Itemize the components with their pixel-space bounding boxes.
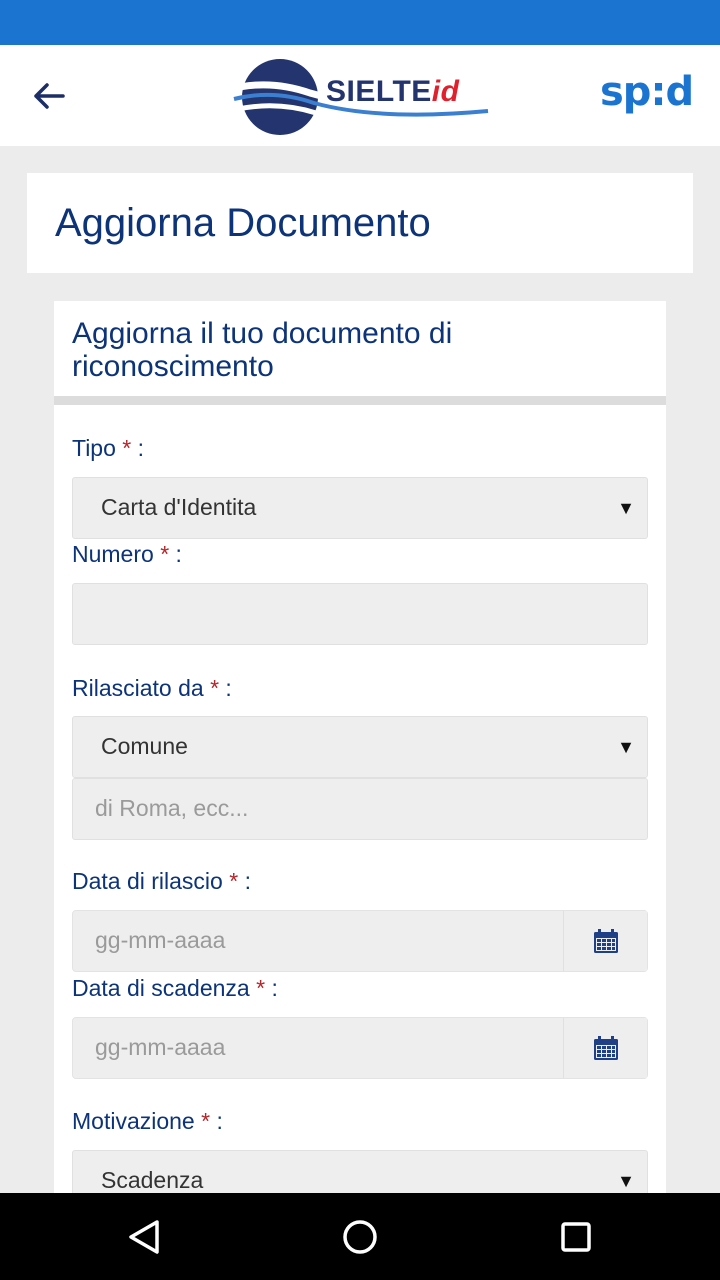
data-rilascio-calendar-button[interactable]	[563, 911, 647, 971]
page-title: Aggiorna Documento	[55, 201, 431, 245]
triangle-down-icon: ▼	[617, 498, 635, 518]
data-rilascio-label: Data di rilascio * :	[72, 868, 251, 894]
circle-icon	[343, 1220, 377, 1254]
spid-logo: sp:d	[600, 69, 694, 115]
triangle-left-icon	[129, 1220, 159, 1254]
data-scadenza-calendar-button[interactable]	[563, 1018, 647, 1078]
form-header: Aggiorna il tuo documento di riconoscime…	[54, 301, 666, 405]
data-scadenza-input[interactable]: gg-mm-aaaa	[72, 1017, 648, 1079]
rilasciato-select-value: Comune	[101, 733, 188, 759]
nav-recent-button[interactable]	[554, 1215, 598, 1259]
numero-label: Numero * :	[72, 541, 182, 567]
data-rilascio-placeholder: gg-mm-aaaa	[95, 927, 226, 953]
tipo-select[interactable]: Carta d'Identita ▼	[72, 477, 648, 539]
data-rilascio-input[interactable]: gg-mm-aaaa	[72, 910, 648, 972]
sielte-id-logo: SIELTEid	[230, 55, 492, 139]
rilasciato-select[interactable]: Comune ▼	[72, 716, 648, 778]
rilasciato-detail-input[interactable]: di Roma, ecc...	[72, 778, 648, 840]
numero-input[interactable]	[72, 583, 648, 645]
square-icon	[561, 1222, 591, 1252]
form-heading: Aggiorna il tuo documento di riconoscime…	[72, 317, 453, 383]
nav-back-button[interactable]	[122, 1215, 166, 1259]
status-bar	[0, 0, 720, 45]
data-scadenza-label: Data di scadenza * :	[72, 975, 278, 1001]
data-scadenza-placeholder: gg-mm-aaaa	[95, 1034, 226, 1060]
page-header-card: Aggiorna Documento	[27, 173, 693, 273]
triangle-down-icon: ▼	[617, 737, 635, 757]
rilasciato-label: Rilasciato da * :	[72, 675, 232, 701]
android-nav-bar	[0, 1193, 720, 1280]
back-button[interactable]	[22, 69, 76, 123]
motivazione-label: Motivazione * :	[72, 1108, 223, 1134]
rilasciato-detail-placeholder: di Roma, ecc...	[95, 795, 249, 821]
calendar-icon	[593, 929, 618, 953]
logo-wordmark: SIELTEid	[326, 75, 460, 108]
arrow-left-icon	[34, 83, 65, 109]
nav-home-button[interactable]	[338, 1215, 382, 1259]
tipo-label: Tipo * :	[72, 435, 145, 461]
calendar-icon	[593, 1036, 618, 1060]
document-form: Aggiorna il tuo documento di riconoscime…	[54, 301, 666, 1212]
triangle-down-icon: ▼	[617, 1171, 635, 1191]
app-header: SIELTEid sp:d	[0, 45, 720, 146]
tipo-select-value: Carta d'Identita	[101, 494, 257, 520]
motivazione-select-value: Scadenza	[101, 1167, 204, 1193]
